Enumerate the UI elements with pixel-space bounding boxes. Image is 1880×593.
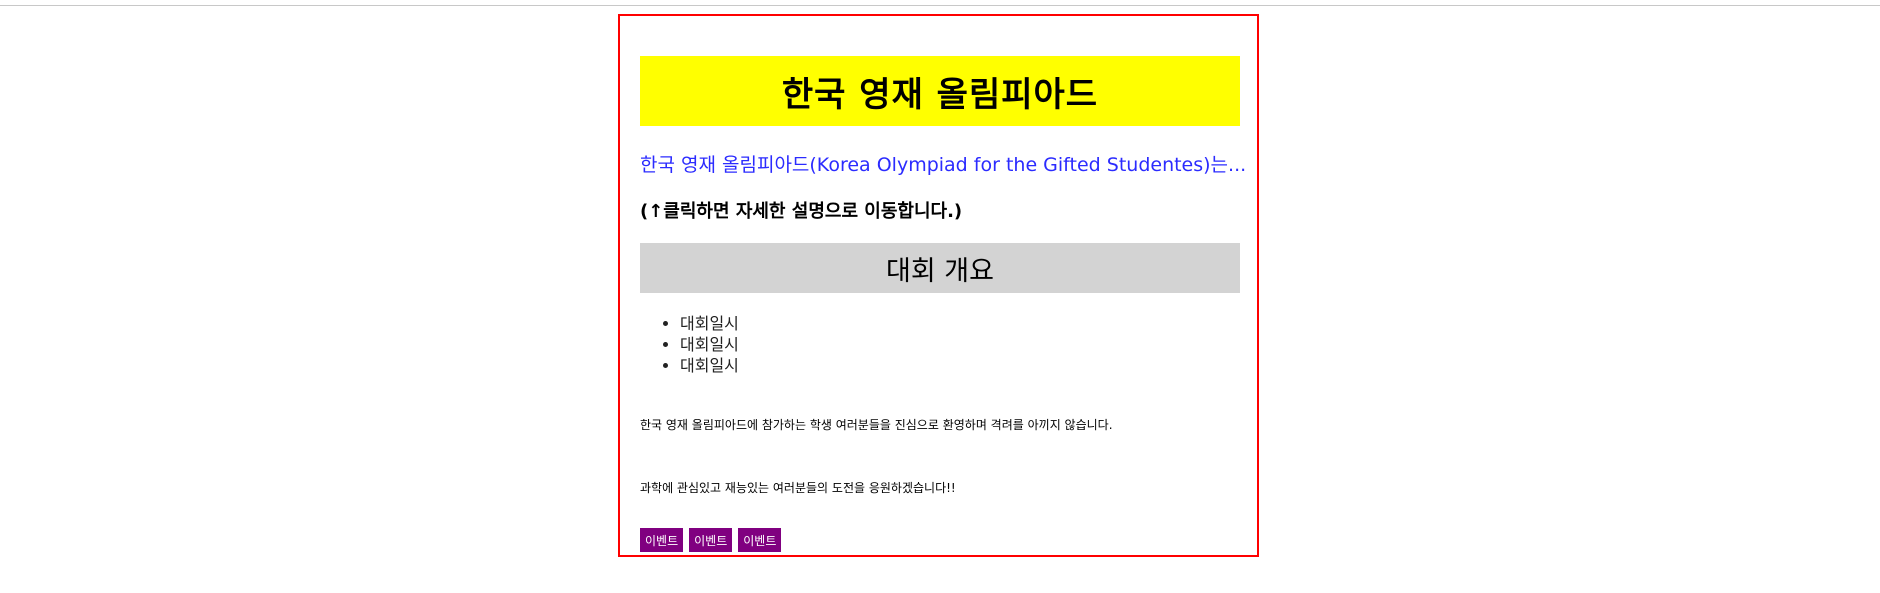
title-banner: 한국 영재 올림피아드 <box>640 56 1240 126</box>
event-button-group: 이벤트 이벤트 이벤트 <box>640 528 1240 552</box>
cheer-message: 과학에 관심있고 재능있는 여러분들의 도전을 응원하겠습니다!! <box>640 481 956 495</box>
list-item: 대회일시 <box>680 313 1240 334</box>
list-item: 대회일시 <box>680 355 1240 376</box>
event-button-3[interactable]: 이벤트 <box>738 528 782 552</box>
overview-heading: 대회 개요 <box>886 255 994 287</box>
browser-top-edge <box>0 0 1880 6</box>
intro-link[interactable]: 한국 영재 올림피아드(Korea Olympiad for the Gifte… <box>640 150 1246 177</box>
page-title: 한국 영재 올림피아드 <box>781 74 1099 115</box>
event-button-1[interactable]: 이벤트 <box>640 528 684 552</box>
click-hint: (↑클릭하면 자세한 설명으로 이동합니다.) <box>640 201 963 222</box>
list-item: 대회일시 <box>680 334 1240 355</box>
schedule-list: 대회일시 대회일시 대회일시 <box>640 313 1240 376</box>
event-button-2[interactable]: 이벤트 <box>689 528 733 552</box>
welcome-message: 한국 영재 올림피아드에 참가하는 학생 여러분들을 진심으로 환영하며 격려를… <box>640 418 1113 432</box>
overview-banner: 대회 개요 <box>640 243 1240 293</box>
page-content: 한국 영재 올림피아드 한국 영재 올림피아드(Korea Olympiad f… <box>640 56 1246 552</box>
